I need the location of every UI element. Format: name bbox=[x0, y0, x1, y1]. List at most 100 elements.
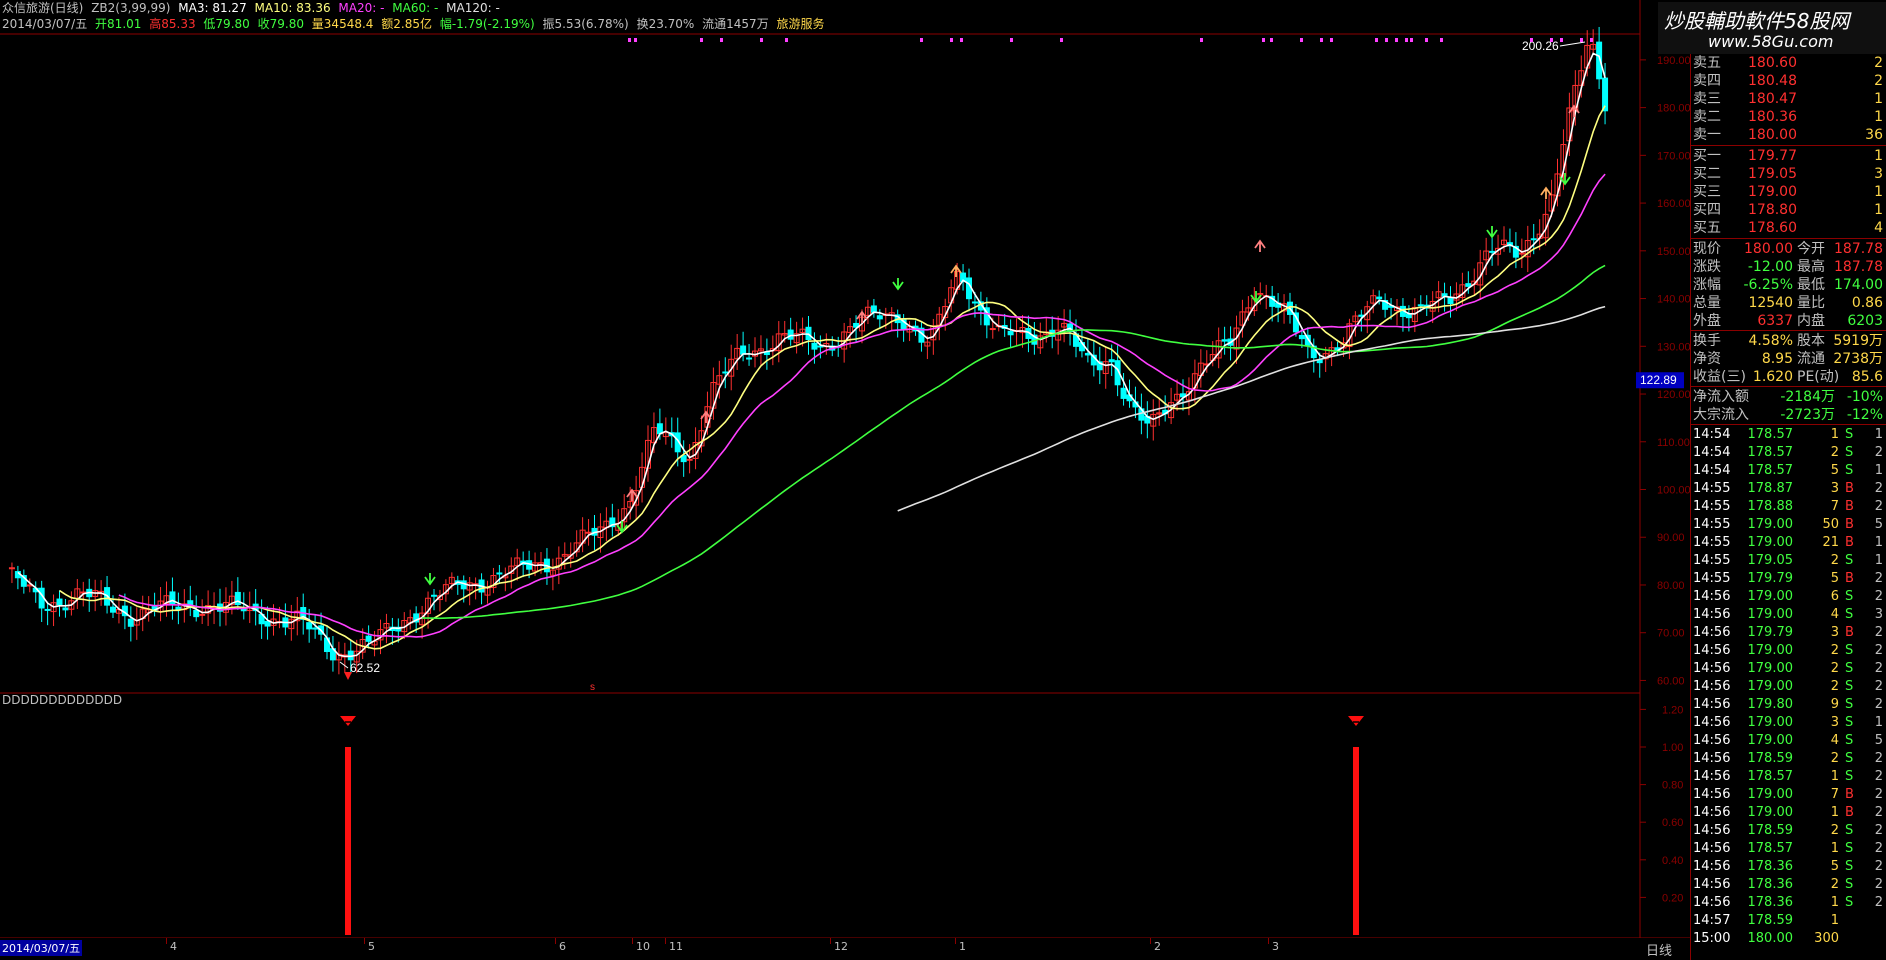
stat-value: 6203 bbox=[1847, 313, 1883, 329]
tick-row: 14:54 178.57 5 S 1 bbox=[1691, 462, 1886, 480]
candle-body bbox=[787, 329, 794, 340]
current-price-text: 122.89 bbox=[1640, 373, 1677, 387]
candle-body bbox=[56, 598, 63, 606]
time-axis-tick bbox=[166, 938, 167, 944]
tick-price: 179.00 bbox=[1747, 715, 1794, 730]
time-axis: 2014/03/07/五 4 5 6 10 11 12 1 2 3 日线 bbox=[0, 938, 1690, 960]
tick-count: 2 bbox=[1874, 823, 1883, 838]
tick-price: 178.59 bbox=[1747, 913, 1794, 928]
sell-label: 卖三 bbox=[1693, 91, 1721, 107]
tick-count: 2 bbox=[1874, 679, 1883, 694]
signal-dot bbox=[1405, 38, 1408, 42]
high-price-label: 200.26 bbox=[1522, 39, 1559, 53]
signal-dot bbox=[720, 38, 723, 42]
tick-time: 14:56 bbox=[1693, 733, 1731, 748]
tick-count: 1 bbox=[1874, 427, 1883, 442]
tick-time: 14:55 bbox=[1693, 571, 1731, 586]
signal-dot bbox=[1395, 38, 1398, 42]
tick-volume: 1 bbox=[1830, 769, 1839, 784]
tick-row: 14:57 178.59 1 bbox=[1691, 912, 1886, 930]
tick-side: S bbox=[1845, 733, 1854, 748]
kline-chart[interactable]: 190.00180.00170.00160.00150.00140.00130.… bbox=[0, 0, 1690, 960]
tick-count: 2 bbox=[1874, 571, 1883, 586]
tick-count: 1 bbox=[1874, 553, 1883, 568]
candle-body bbox=[1007, 330, 1014, 336]
tick-row: 14:55 179.79 5 B 2 bbox=[1691, 570, 1886, 588]
tick-time: 14:56 bbox=[1693, 787, 1731, 802]
candle-body bbox=[264, 620, 271, 627]
y-axis-label: 70.00 bbox=[1657, 628, 1685, 640]
bar-turnover: 换23.70% bbox=[636, 17, 695, 31]
tick-side: S bbox=[1845, 841, 1854, 856]
bar-low: 低79.80 bbox=[203, 17, 250, 31]
candle-body bbox=[722, 371, 729, 374]
signal-dot bbox=[1530, 38, 1533, 42]
tick-side: S bbox=[1845, 895, 1854, 910]
candle-body bbox=[1120, 387, 1127, 399]
signal-dot bbox=[1262, 38, 1265, 42]
buy-volume: 1 bbox=[1874, 184, 1883, 200]
tick-volume: 5 bbox=[1830, 859, 1839, 874]
tick-price: 178.87 bbox=[1747, 481, 1794, 496]
signal-dot bbox=[920, 38, 923, 42]
tick-price: 179.00 bbox=[1747, 607, 1794, 622]
signal-dot bbox=[1375, 38, 1378, 42]
signal-dot bbox=[1550, 38, 1553, 42]
stat-value: 5919万 bbox=[1833, 333, 1883, 349]
tick-row: 14:56 178.36 1 S 2 bbox=[1691, 894, 1886, 912]
sell-volume: 1 bbox=[1874, 91, 1883, 107]
stat-value: 187.78 bbox=[1834, 259, 1883, 275]
buy-price: 179.77 bbox=[1748, 148, 1797, 164]
candle-body bbox=[870, 305, 877, 313]
time-axis-label: 2 bbox=[1154, 940, 1161, 953]
buy-price: 179.05 bbox=[1748, 166, 1797, 182]
tick-volume: 1 bbox=[1830, 805, 1839, 820]
bar-close: 收79.80 bbox=[257, 17, 304, 31]
y-axis-label: 180.00 bbox=[1657, 103, 1690, 115]
bar-high: 高85.33 bbox=[149, 17, 196, 31]
tick-side: S bbox=[1845, 445, 1854, 460]
y-axis-label: 170.00 bbox=[1657, 150, 1690, 162]
period-button[interactable]: 日线 bbox=[1646, 940, 1672, 959]
tick-row: 14:54 178.57 2 S 2 bbox=[1691, 444, 1886, 462]
tick-side: B bbox=[1845, 499, 1854, 514]
time-axis-tick bbox=[632, 938, 633, 944]
sub-y-axis-label: 0.80 bbox=[1662, 780, 1683, 792]
stat-value: 2738万 bbox=[1833, 351, 1883, 367]
time-axis-tick bbox=[1268, 938, 1269, 944]
tick-volume: 3 bbox=[1830, 715, 1839, 730]
bar-volume: 量34548.4 bbox=[311, 17, 374, 31]
y-axis-label: 140.00 bbox=[1657, 294, 1690, 306]
buy-level-row: 买五 178.60 4 bbox=[1691, 219, 1886, 237]
tick-row: 14:56 178.57 1 S 2 bbox=[1691, 840, 1886, 858]
stat-value: -12.00 bbox=[1747, 259, 1793, 275]
signal-arrow bbox=[1559, 173, 1571, 186]
watermark-url: www.58Gu.com bbox=[1708, 32, 1834, 51]
tick-side: S bbox=[1845, 643, 1854, 658]
panel-separator bbox=[1691, 386, 1886, 387]
ma60-label: MA60: - bbox=[392, 1, 439, 15]
buy-label: 买三 bbox=[1693, 184, 1721, 200]
tick-volume: 9 bbox=[1830, 697, 1839, 712]
signal-dot bbox=[1385, 38, 1388, 42]
tick-price: 179.00 bbox=[1747, 535, 1794, 550]
signal-dot bbox=[1010, 38, 1013, 42]
tick-side: B bbox=[1845, 787, 1854, 802]
tick-volume: 50 bbox=[1822, 517, 1839, 532]
time-axis-tick bbox=[1150, 938, 1151, 944]
y-axis-label: 80.00 bbox=[1657, 580, 1685, 592]
buy-volume: 1 bbox=[1874, 148, 1883, 164]
candle-body bbox=[811, 342, 818, 350]
tick-count: 2 bbox=[1874, 859, 1883, 874]
tick-time: 14:55 bbox=[1693, 535, 1731, 550]
stat-label: 内盘 bbox=[1797, 313, 1825, 329]
stat-label: 今开 bbox=[1797, 241, 1825, 257]
bar-amplitude: 振5.53(6.78%) bbox=[542, 17, 629, 31]
tick-time: 14:56 bbox=[1693, 589, 1731, 604]
tick-row: 14:56 178.57 1 S 2 bbox=[1691, 768, 1886, 786]
sell-level-row: 卖四 180.48 2 bbox=[1691, 72, 1886, 90]
tick-time: 14:56 bbox=[1693, 877, 1731, 892]
y-axis-label: 60.00 bbox=[1657, 675, 1685, 687]
time-axis-label: 1 bbox=[959, 940, 966, 953]
buy-label: 买五 bbox=[1693, 220, 1721, 236]
